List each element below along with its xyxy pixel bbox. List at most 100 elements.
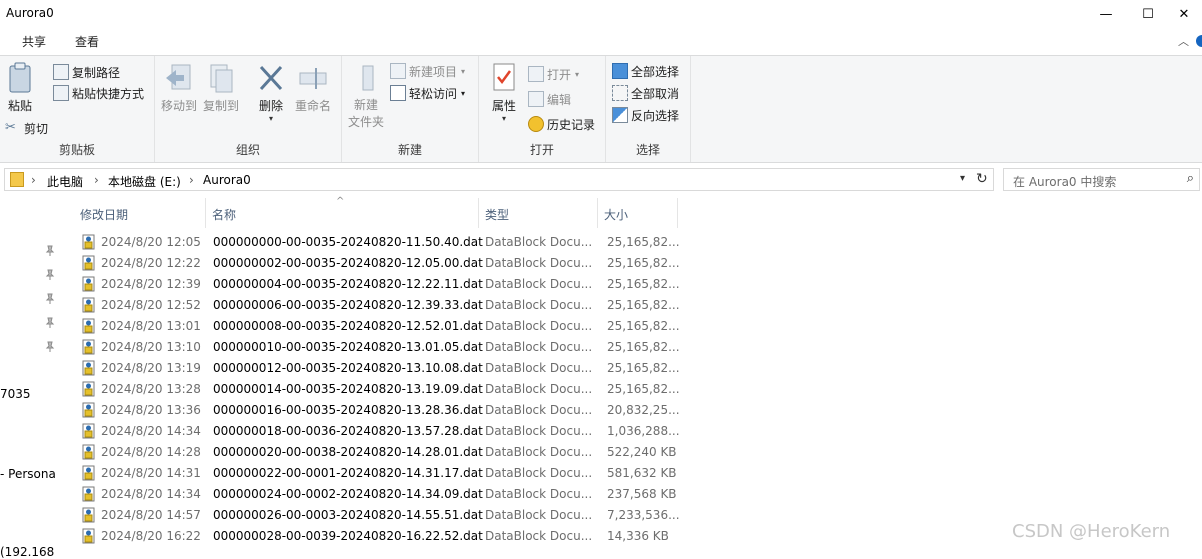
- edit-button[interactable]: 编辑: [528, 89, 571, 109]
- file-row[interactable]: 2024/8/20 14:57 000000026-00-0003-2024082…: [78, 505, 680, 526]
- select-none-button[interactable]: 全部取消: [612, 83, 679, 103]
- paste-shortcut-button[interactable]: 粘贴快捷方式: [53, 83, 144, 103]
- copy-to-icon: [210, 64, 233, 93]
- chevron-right-icon: ›: [189, 173, 194, 187]
- file-type: DataBlock Docu...: [485, 298, 593, 312]
- nav-item[interactable]: - Persona: [0, 467, 56, 481]
- dat-file-icon: [82, 444, 95, 460]
- file-type: DataBlock Docu...: [485, 424, 593, 438]
- dat-file-icon: [82, 297, 95, 313]
- open-group-label: 打开: [529, 143, 554, 157]
- file-row[interactable]: 2024/8/20 12:39 000000004-00-0035-2024082…: [78, 274, 680, 295]
- file-name: 000000028-00-0039-20240820-16.22.52.dat: [213, 529, 483, 543]
- nav-item[interactable]: (192.168: [0, 545, 54, 559]
- file-name: 000000024-00-0002-20240820-14.34.09.dat: [213, 487, 483, 501]
- search-icon: ⌕: [1186, 171, 1194, 186]
- rename-icon: [299, 68, 327, 89]
- copy-to-button[interactable]: 复制到: [202, 62, 240, 114]
- minimize-button[interactable]: —: [1082, 0, 1130, 28]
- address-dropdown-icon[interactable]: ▾: [960, 173, 965, 184]
- file-date: 2024/8/20 13:19: [101, 361, 201, 375]
- column-header-name[interactable]: 名称 ^: [206, 196, 479, 228]
- window-title: Aurora0: [6, 6, 54, 20]
- file-date: 2024/8/20 13:36: [101, 403, 201, 417]
- pin-icon[interactable]: [44, 341, 56, 353]
- file-row[interactable]: 2024/8/20 14:31 000000022-00-0001-2024082…: [78, 463, 678, 484]
- file-row[interactable]: 2024/8/20 16:22 000000028-00-0039-2024082…: [78, 526, 678, 547]
- pin-icon[interactable]: [44, 245, 56, 257]
- file-row[interactable]: 2024/8/20 14:28 000000020-00-0038-2024082…: [78, 442, 678, 463]
- ribbon-tabs: 共享 查看 ︿: [0, 28, 1202, 55]
- search-box[interactable]: 在 Aurora0 中搜索 ⌕: [1003, 168, 1200, 191]
- file-row[interactable]: 2024/8/20 12:05 000000000-00-0035-2024082…: [78, 232, 680, 253]
- file-date: 2024/8/20 14:34: [101, 487, 201, 501]
- file-type: DataBlock Docu...: [485, 361, 593, 375]
- file-name: 000000004-00-0035-20240820-12.22.11.dat: [213, 277, 483, 291]
- file-type: DataBlock Docu...: [485, 256, 593, 270]
- delete-button[interactable]: 删除 ▾: [254, 62, 288, 123]
- open-button[interactable]: 打开 ▾: [528, 64, 579, 84]
- file-row[interactable]: 2024/8/20 13:19 000000012-00-0035-2024082…: [78, 358, 680, 379]
- new-group-label: 新建: [397, 143, 422, 157]
- file-name: 000000020-00-0038-20240820-14.28.01.dat: [213, 445, 483, 459]
- file-row[interactable]: 2024/8/20 12:52 000000006-00-0035-2024082…: [78, 295, 680, 316]
- file-row[interactable]: 2024/8/20 12:22 000000002-00-0035-2024082…: [78, 253, 680, 274]
- file-size: 25,165,82...: [607, 235, 680, 249]
- ribbon: 粘贴 复制路径 粘贴快捷方式 ✂ 剪切 剪贴板 移动到 复制到 删除 ▾ 重命名 …: [0, 55, 1202, 163]
- maximize-button[interactable]: ☐: [1124, 0, 1172, 28]
- rename-button[interactable]: 重命名: [293, 62, 333, 114]
- history-button[interactable]: 历史记录: [528, 114, 595, 134]
- dat-file-icon: [82, 255, 95, 271]
- search-placeholder: 在 Aurora0 中搜索: [1013, 175, 1117, 189]
- new-folder-button[interactable]: 新建 文件夹: [346, 62, 386, 131]
- invert-selection-icon: [612, 107, 628, 123]
- paste-button[interactable]: 粘贴: [4, 62, 36, 114]
- pin-icon[interactable]: [44, 293, 56, 305]
- pin-icon[interactable]: [44, 269, 56, 281]
- properties-button[interactable]: 属性 ▾: [487, 62, 521, 123]
- file-date: 2024/8/20 12:52: [101, 298, 201, 312]
- file-type: DataBlock Docu...: [485, 277, 593, 291]
- file-name: 000000022-00-0001-20240820-14.31.17.dat: [213, 466, 483, 480]
- breadcrumb-this-pc[interactable]: 此电脑: [47, 173, 83, 190]
- copy-path-icon: [53, 64, 69, 80]
- pin-icon[interactable]: [44, 317, 56, 329]
- collapse-ribbon-icon[interactable]: ︿: [1178, 33, 1189, 49]
- select-all-button[interactable]: 全部选择: [612, 61, 679, 81]
- breadcrumb-local-disk[interactable]: 本地磁盘 (E:): [108, 173, 181, 190]
- dat-file-icon: [82, 381, 95, 397]
- dat-file-icon: [82, 528, 95, 544]
- file-row[interactable]: 2024/8/20 13:01 000000008-00-0035-2024082…: [78, 316, 680, 337]
- file-row[interactable]: 2024/8/20 14:34 000000024-00-0002-2024082…: [78, 484, 678, 505]
- copy-path-button[interactable]: 复制路径: [53, 62, 120, 82]
- file-row[interactable]: 2024/8/20 13:36 000000016-00-0035-2024082…: [78, 400, 680, 421]
- file-size: 25,165,82...: [607, 340, 680, 354]
- move-to-button[interactable]: 移动到: [160, 62, 198, 114]
- breadcrumb-aurora0[interactable]: Aurora0: [203, 173, 251, 187]
- invert-selection-button[interactable]: 反向选择: [612, 105, 679, 125]
- refresh-icon[interactable]: ↻: [976, 171, 988, 187]
- easy-access-icon: [390, 85, 406, 101]
- help-icon[interactable]: [1196, 35, 1202, 47]
- file-type: DataBlock Docu...: [485, 508, 593, 522]
- file-date: 2024/8/20 13:10: [101, 340, 201, 354]
- dat-file-icon: [82, 507, 95, 523]
- file-name: 000000018-00-0036-20240820-13.57.28.dat: [213, 424, 483, 438]
- file-row[interactable]: 2024/8/20 13:28 000000014-00-0035-2024082…: [78, 379, 680, 400]
- file-row[interactable]: 2024/8/20 14:34 000000018-00-0036-2024082…: [78, 421, 680, 442]
- address-bar[interactable]: › 此电脑 › 本地磁盘 (E:) › Aurora0 ▾ ↻: [4, 168, 994, 191]
- column-header-size[interactable]: 大小: [598, 198, 678, 228]
- easy-access-button[interactable]: 轻松访问 ▾: [390, 83, 465, 103]
- close-button[interactable]: ✕: [1166, 0, 1202, 28]
- column-header-date[interactable]: 修改日期: [74, 198, 206, 228]
- new-item-button[interactable]: 新建项目 ▾: [390, 61, 465, 81]
- open-icon: [528, 66, 544, 82]
- column-header-type[interactable]: 类型: [479, 198, 598, 228]
- nav-item[interactable]: 7035: [0, 387, 31, 401]
- tab-share[interactable]: 共享: [22, 33, 46, 50]
- file-row[interactable]: 2024/8/20 13:10 000000010-00-0035-2024082…: [78, 337, 680, 358]
- file-date: 2024/8/20 12:05: [101, 235, 201, 249]
- file-size: 25,165,82...: [607, 256, 680, 270]
- cut-button[interactable]: ✂ 剪切: [5, 118, 48, 138]
- tab-view[interactable]: 查看: [75, 33, 99, 50]
